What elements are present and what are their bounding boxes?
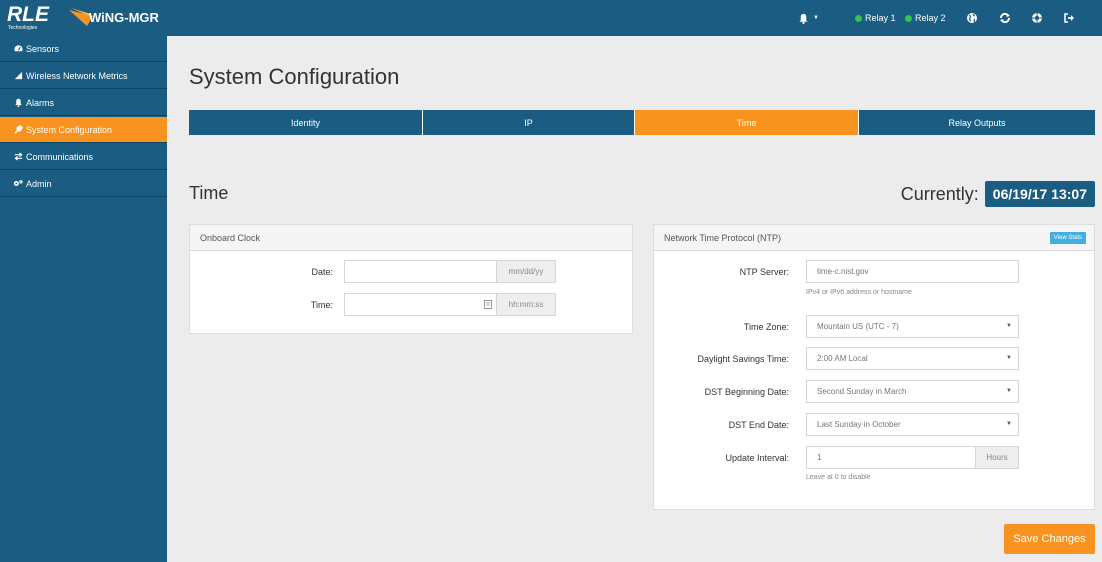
- sign-out-icon: [1064, 13, 1074, 23]
- sidebar-item-label: Alarms: [26, 97, 55, 108]
- logo-main-text: RLE: [7, 3, 49, 26]
- ntp-server-label: NTP Server:: [739, 267, 789, 277]
- globe-button[interactable]: [966, 0, 978, 36]
- dst-end-value: Last Sunday in October: [817, 420, 901, 429]
- dst-begin-select[interactable]: Second Sunday in March ▼: [806, 380, 1019, 403]
- refresh-icon: [999, 12, 1011, 24]
- refresh-button[interactable]: [999, 0, 1011, 36]
- sidebar-item-label: Sensors: [26, 43, 60, 54]
- chevron-down-icon: ▼: [1006, 355, 1012, 361]
- dst-value: 2:00 AM Local: [817, 354, 868, 363]
- sidebar-item-label: System Configuration: [26, 124, 113, 135]
- sidebar-item-admin[interactable]: Admin: [0, 171, 167, 197]
- current-time-badge: 06/19/17 13:07: [984, 181, 1095, 207]
- date-format-addon: mm/dd/yy: [496, 260, 556, 283]
- sidebar-item-wireless-network-metrics[interactable]: Wireless Network Metrics: [0, 63, 167, 89]
- time-zone-value: Mountain US (UTC - 7): [817, 322, 899, 331]
- page-title: System Configuration: [189, 64, 400, 89]
- chevron-down-icon: ▼: [1006, 323, 1012, 329]
- relay-2-indicator: [905, 14, 912, 22]
- dst-end-label: DST End Date:: [728, 420, 789, 430]
- tachometer-icon: [13, 44, 23, 53]
- exchange-icon: [13, 152, 23, 161]
- onboard-clock-panel: Onboard Clock Date: mm/dd/yy Time: hh:mm…: [189, 224, 633, 334]
- time-zone-label: Time Zone:: [743, 322, 789, 332]
- sidebar: Sensors Wireless Network Metrics Alarms …: [0, 36, 167, 562]
- relay-1-label: Relay 1: [865, 13, 896, 23]
- tab-relay-outputs[interactable]: Relay Outputs: [859, 110, 1095, 135]
- date-input[interactable]: [344, 260, 497, 283]
- chevron-down-icon: ▼: [1006, 421, 1012, 427]
- dst-end-select[interactable]: Last Sunday in October ▼: [806, 413, 1019, 436]
- relay-1-status[interactable]: Relay 1: [855, 0, 896, 36]
- tab-ip[interactable]: IP: [423, 110, 635, 135]
- top-navbar: RLE Technologies WiNG-MGR ▼ Relay 1 Rela…: [0, 0, 1102, 36]
- update-interval-help: Leave at 0 to disable: [806, 474, 871, 481]
- update-interval-label: Update Interval:: [725, 453, 789, 463]
- ntp-server-input[interactable]: time-c.nist.gov: [806, 260, 1019, 283]
- product-name: WiNG-MGR: [89, 10, 159, 25]
- bell-icon: [13, 98, 23, 107]
- dst-begin-value: Second Sunday in March: [817, 387, 907, 396]
- sidebar-item-label: Admin: [26, 178, 52, 189]
- time-format-addon: hh:mm:ss: [496, 293, 556, 316]
- time-input[interactable]: [344, 293, 497, 316]
- view-stats-button[interactable]: View Stats: [1049, 232, 1086, 244]
- onboard-clock-title: Onboard Clock: [200, 232, 261, 243]
- clock-icon: [484, 300, 492, 311]
- dst-begin-label: DST Beginning Date:: [704, 387, 789, 397]
- rle-logo: RLE Technologies: [7, 3, 67, 32]
- panel-title: Network Time Protocol (NTP) View Stats: [654, 225, 1094, 251]
- relay-2-label: Relay 2: [915, 13, 946, 23]
- date-label: Date:: [311, 267, 333, 277]
- logo[interactable]: RLE Technologies WiNG-MGR: [7, 3, 165, 32]
- sidebar-item-alarms[interactable]: Alarms: [0, 90, 167, 116]
- panel-title: Onboard Clock: [190, 225, 632, 251]
- cogs-icon: [13, 179, 23, 188]
- signal-icon: [13, 71, 23, 80]
- sidebar-item-sensors[interactable]: Sensors: [0, 36, 167, 62]
- save-changes-button[interactable]: Save Changes: [1004, 524, 1095, 554]
- globe-icon: [967, 13, 977, 23]
- ntp-server-help: IPv4 or IPv6 address or hostname: [806, 289, 912, 296]
- lifebuoy-icon: [1032, 13, 1042, 23]
- dst-label: Daylight Savings Time:: [697, 354, 789, 364]
- product-logo: WiNG-MGR: [69, 6, 165, 30]
- sidebar-item-label: Wireless Network Metrics: [26, 70, 128, 81]
- relay-2-status[interactable]: Relay 2: [905, 0, 946, 36]
- tab-time[interactable]: Time: [635, 110, 859, 135]
- wrench-icon: [13, 125, 23, 134]
- hours-addon: Hours: [975, 446, 1019, 469]
- notifications-button[interactable]: ▼: [798, 0, 819, 36]
- config-tabs: Identity IP Time Relay Outputs: [189, 110, 1095, 135]
- update-interval-input[interactable]: 1: [806, 446, 976, 469]
- tab-identity[interactable]: Identity: [189, 110, 423, 135]
- logo-sub-text: Technologies: [8, 25, 38, 31]
- currently-label: Currently:: [900, 183, 979, 204]
- sidebar-item-communications[interactable]: Communications: [0, 144, 167, 170]
- sidebar-item-system-configuration[interactable]: System Configuration: [0, 117, 167, 143]
- time-label: Time:: [310, 300, 333, 310]
- logout-button[interactable]: [1063, 0, 1075, 36]
- current-time-display: Currently: 06/19/17 13:07: [901, 181, 1095, 207]
- ntp-title: Network Time Protocol (NTP): [664, 232, 782, 243]
- ntp-panel: Network Time Protocol (NTP) View Stats N…: [653, 224, 1095, 510]
- dst-select[interactable]: 2:00 AM Local ▼: [806, 347, 1019, 370]
- bell-icon: [799, 13, 808, 24]
- sidebar-item-label: Communications: [26, 151, 94, 162]
- section-title: Time: [189, 183, 229, 203]
- chevron-down-icon: ▼: [1006, 388, 1012, 394]
- relay-1-indicator: [855, 14, 862, 22]
- help-button[interactable]: [1031, 0, 1043, 36]
- time-zone-select[interactable]: Mountain US (UTC - 7) ▼: [806, 315, 1019, 338]
- caret-down-icon: ▼: [813, 15, 819, 21]
